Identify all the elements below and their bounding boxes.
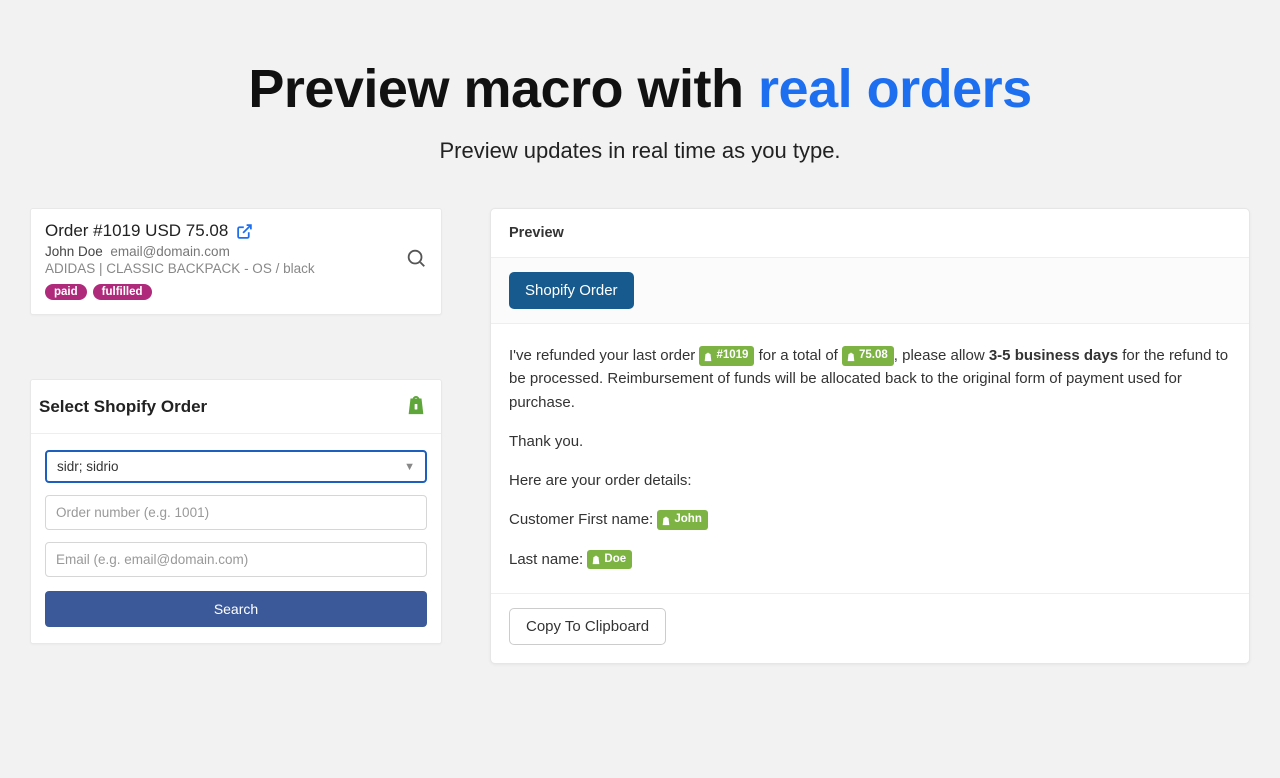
page-title: Preview macro with real orders [0, 58, 1280, 120]
search-icon[interactable] [405, 247, 427, 274]
preview-text: , please allow [894, 347, 989, 364]
token-text: #1019 [716, 347, 748, 365]
order-customer-email: email@domain.com [110, 244, 230, 259]
page-subtitle: Preview updates in real time as you type… [0, 138, 1280, 164]
status-badge-paid: paid [45, 284, 87, 300]
preview-toolbar: Shopify Order [491, 258, 1249, 324]
status-badge-fulfilled: fulfilled [93, 284, 152, 300]
search-button[interactable]: Search [45, 591, 427, 627]
email-input[interactable] [45, 542, 427, 577]
preview-text: for a total of [754, 347, 842, 364]
preview-paragraph-4: Customer First name: John [509, 508, 1231, 531]
page-title-accent: real orders [758, 59, 1032, 119]
select-order-panel: Select Shopify Order sidr; sidrio ▼ Sear… [30, 379, 442, 644]
order-title: Order #1019 USD 75.08 [45, 221, 228, 241]
preview-body: I've refunded your last order #1019 for … [491, 324, 1249, 593]
token-last-name: Doe [587, 550, 632, 570]
token-text: John [674, 511, 701, 529]
external-link-icon[interactable] [236, 223, 253, 240]
chevron-down-icon: ▼ [404, 461, 415, 473]
order-customer-name: John Doe [45, 244, 103, 259]
preview-paragraph-5: Last name: Doe [509, 548, 1231, 571]
page-title-plain: Preview macro with [248, 59, 758, 119]
preview-header: Preview [491, 209, 1249, 258]
order-product-line: ADIDAS | CLASSIC BACKPACK - OS / black [45, 261, 427, 276]
order-number-input[interactable] [45, 495, 427, 530]
preview-bold-days: 3-5 business days [989, 347, 1118, 364]
store-dropdown-value: sidr; sidrio [57, 459, 119, 474]
token-order-total: 75.08 [842, 346, 894, 366]
token-text: 75.08 [859, 347, 888, 365]
select-order-heading: Select Shopify Order [39, 397, 207, 417]
preview-footer: Copy To Clipboard [491, 593, 1249, 663]
order-customer-line: John Doe email@domain.com [45, 244, 427, 259]
preview-text: I've refunded your last order [509, 347, 699, 364]
token-text: Doe [604, 551, 626, 569]
preview-label-lastname: Last name: [509, 551, 587, 568]
preview-paragraph-3: Here are your order details: [509, 469, 1231, 492]
preview-paragraph-2: Thank you. [509, 430, 1231, 453]
preview-panel: Preview Shopify Order I've refunded your… [490, 208, 1250, 664]
order-summary-card: Order #1019 USD 75.08 John Doe email@dom… [30, 208, 442, 315]
shopify-bag-icon [405, 392, 427, 421]
preview-paragraph-1: I've refunded your last order #1019 for … [509, 344, 1231, 414]
store-dropdown[interactable]: sidr; sidrio ▼ [45, 450, 427, 483]
copy-to-clipboard-button[interactable]: Copy To Clipboard [509, 608, 666, 645]
preview-label-firstname: Customer First name: [509, 511, 657, 528]
token-order-number: #1019 [699, 346, 754, 366]
shopify-order-button[interactable]: Shopify Order [509, 272, 634, 309]
token-first-name: John [657, 510, 707, 530]
